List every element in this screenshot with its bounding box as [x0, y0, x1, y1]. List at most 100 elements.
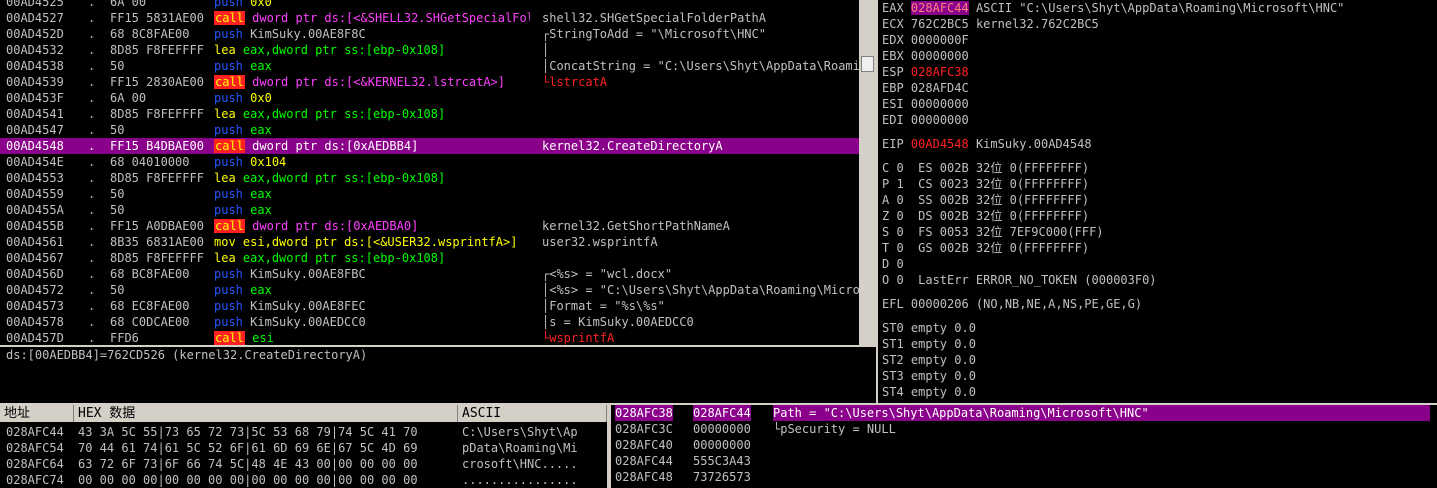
register-name: ECX — [882, 17, 904, 31]
flag-row[interactable]: D 0 — [882, 256, 904, 272]
register-value[interactable]: 028AFC38 — [911, 65, 969, 79]
register-name: ESP — [882, 65, 904, 79]
disassembly-pane[interactable]: 00AD4525. 6A 00 push 0x0 00AD4527. FF15 5831… — [0, 0, 859, 345]
disasm-address: 00AD4573 — [6, 299, 64, 313]
flag-row[interactable]: C 0 ES 002B 32位 0(FFFFFFFF) — [882, 160, 1089, 176]
disasm-marker: . — [88, 75, 96, 89]
fpu-register-row[interactable]: ST2 empty 0.0 — [882, 352, 976, 368]
disasm-row[interactable]: 00AD455B. FF15 A0DBAE00 call dword ptr ds:… — [0, 218, 859, 234]
dump-header-ascii[interactable]: ASCII — [458, 405, 607, 422]
disasm-marker: . — [88, 267, 96, 281]
register-eax[interactable]: EAX 028AFC44 ASCII "C:\Users\Shyt\AppDat… — [882, 0, 1344, 16]
flag-text: O 0 LastErr ERROR_NO_TOKEN (000003F0) — [882, 273, 1157, 287]
disasm-row[interactable]: 00AD4561. 8B35 6831AE00 mov esi,dword ptr … — [0, 234, 859, 250]
flag-row[interactable]: T 0 GS 002B 32位 0(FFFFFFFF) — [882, 240, 1089, 256]
efl-row[interactable]: EFL 00000206 (NO,NB,NE,A,NS,PE,GE,G) — [882, 296, 1142, 312]
disasm-mnemonic: push — [214, 59, 243, 73]
register-value[interactable]: 00000000 — [911, 113, 969, 127]
disasm-address: 00AD455B — [6, 219, 64, 233]
disasm-comment: └wsprintfA — [542, 331, 615, 345]
disasm-row[interactable]: 00AD4547. 50 push eax — [0, 122, 859, 138]
register-value[interactable]: 028AFC44 — [910, 1, 969, 15]
register-value[interactable]: 762C2BC5 — [911, 17, 969, 31]
disasm-hex: 68 EC8FAE00 — [110, 299, 190, 313]
disasm-address: 00AD452D — [6, 27, 64, 41]
disasm-operand: eax — [250, 187, 272, 201]
disasm-comment: kernel32.CreateDirectoryA — [542, 139, 723, 153]
disasm-operand: eax,dword ptr ss:[ebp-0x108] — [242, 251, 446, 265]
fpu-register-row[interactable]: ST1 empty 0.0 — [882, 336, 976, 352]
stack-pane[interactable]: 028AFC38 028AFC44 Path = "C:\Users\Shyt\Ap… — [611, 405, 1437, 488]
dump-header-hex[interactable]: HEX 数据 — [74, 405, 458, 422]
disasm-row[interactable]: 00AD4539. FF15 2830AE00 call dword ptr ds:… — [0, 74, 859, 90]
disasm-address: 00AD4567 — [6, 251, 64, 265]
disasm-row[interactable]: 00AD452D. 68 8C8FAE00 push KimSuky.00AE8F8… — [0, 26, 859, 42]
disasm-hex: 8B35 6831AE00 — [110, 235, 204, 249]
fpu-register-row[interactable]: ST4 empty 0.0 — [882, 384, 976, 400]
disasm-hex: 50 — [110, 187, 125, 201]
disasm-row[interactable]: 00AD455A. 50 push eax — [0, 202, 859, 218]
register-value[interactable]: 00000000 — [911, 97, 969, 111]
register-value[interactable]: 00AD4548 — [911, 137, 969, 151]
disasm-row[interactable]: 00AD4525. 6A 00 push 0x0 — [0, 0, 859, 10]
disasm-row[interactable]: 00AD453F. 6A 00 push 0x0 — [0, 90, 859, 106]
disasm-row[interactable]: 00AD456D. 68 BC8FAE00 push KimSuky.00AE8FB… — [0, 266, 859, 282]
register-ebp[interactable]: EBP 028AFD4C — [882, 80, 969, 96]
disasm-instruction: lea eax,dword ptr ss:[ebp-0x108] — [214, 106, 530, 122]
disasm-row[interactable]: 00AD457D. FFD6 call esi └wsprintfA — [0, 330, 859, 345]
stack-row[interactable]: 028AFC48 73726573 — [611, 469, 1437, 485]
memory-dump-pane[interactable]: 地址 HEX 数据 ASCII 028AFC44 43 3A 5C 55|73 6… — [0, 405, 607, 488]
disasm-row[interactable]: 00AD4567. 8D85 F8FEFFFF lea eax,dword ptr … — [0, 250, 859, 266]
register-esi[interactable]: ESI 00000000 — [882, 96, 969, 112]
disasm-row[interactable]: 00AD4527. FF15 5831AE00 call dword ptr ds:… — [0, 10, 859, 26]
register-esp[interactable]: ESP 028AFC38 — [882, 64, 969, 80]
flag-row[interactable]: A 0 SS 002B 32位 0(FFFFFFFF) — [882, 192, 1089, 208]
stack-row[interactable]: 028AFC3C 00000000 └pSecurity = NULL — [611, 421, 1437, 437]
disasm-row[interactable]: 00AD4553. 8D85 F8FEFFFF lea eax,dword ptr … — [0, 170, 859, 186]
disasm-mnemonic: push — [214, 203, 243, 217]
disasm-marker: . — [88, 283, 96, 297]
disasm-mnemonic: call — [214, 11, 245, 25]
flag-row[interactable]: O 0 LastErr ERROR_NO_TOKEN (000003F0) — [882, 272, 1157, 288]
stack-row[interactable]: 028AFC40 00000000 — [611, 437, 1437, 453]
flag-text: S 0 FS 0053 32位 7EF9C000(FFF) — [882, 225, 1104, 239]
disasm-marker: . — [88, 139, 96, 153]
registers-pane[interactable]: EAX 028AFC44 ASCII "C:\Users\Shyt\AppDat… — [878, 0, 1437, 403]
fpu-register-row[interactable]: ST3 empty 0.0 — [882, 368, 976, 384]
stack-row[interactable]: 028AFC44 555C3A43 — [611, 453, 1437, 469]
register-eip[interactable]: EIP 00AD4548 KimSuky.00AD4548 — [882, 136, 1092, 152]
disasm-row[interactable]: 00AD4532. 8D85 F8FEFFFF lea eax,dword ptr … — [0, 42, 859, 58]
disasm-address: 00AD455A — [6, 203, 64, 217]
disasm-row[interactable]: 00AD4538. 50 push eax │ConcatString = "C:\U… — [0, 58, 859, 74]
disasm-instruction: call dword ptr ds:[0xAEDBA0] — [214, 218, 530, 234]
flag-text: C 0 ES 002B 32位 0(FFFFFFFF) — [882, 161, 1090, 175]
flag-row[interactable]: S 0 FS 0053 32位 7EF9C000(FFF) — [882, 224, 1104, 240]
disasm-row[interactable]: 00AD4572. 50 push eax │<%s> = "C:\Users\Shy… — [0, 282, 859, 298]
register-value[interactable]: 028AFD4C — [911, 81, 969, 95]
disasm-hex: 8D85 F8FEFFFF — [110, 107, 204, 121]
register-ebx[interactable]: EBX 00000000 — [882, 48, 969, 64]
disasm-row[interactable]: 00AD4548. FF15 B4DBAE00 call dword ptr ds:… — [0, 138, 859, 154]
register-value[interactable]: 00000000 — [911, 49, 969, 63]
disasm-operand: 0x0 — [250, 0, 272, 9]
stack-value: 73726573 — [693, 470, 751, 484]
register-value[interactable]: 0000000F — [911, 33, 969, 47]
disassembly-scrollbar-thumb[interactable] — [861, 56, 874, 72]
register-edx[interactable]: EDX 0000000F — [882, 32, 969, 48]
disasm-marker: . — [88, 187, 96, 201]
disasm-row[interactable]: 00AD4541. 8D85 F8FEFFFF lea eax,dword ptr … — [0, 106, 859, 122]
flag-row[interactable]: Z 0 DS 002B 32位 0(FFFFFFFF) — [882, 208, 1089, 224]
disasm-marker: . — [88, 219, 96, 233]
disasm-row[interactable]: 00AD4559. 50 push eax — [0, 186, 859, 202]
stack-row[interactable]: 028AFC38 028AFC44 Path = "C:\Users\Shyt\Ap… — [611, 405, 1437, 421]
disasm-marker: . — [88, 331, 96, 345]
fpu-register-row[interactable]: ST0 empty 0.0 — [882, 320, 976, 336]
dump-header-address[interactable]: 地址 — [0, 405, 74, 422]
disasm-row[interactable]: 00AD454E. 68 04010000 push 0x104 — [0, 154, 859, 170]
register-ecx[interactable]: ECX 762C2BC5 kernel32.762C2BC5 — [882, 16, 1099, 32]
disassembly-scrollbar[interactable] — [859, 0, 876, 345]
register-edi[interactable]: EDI 00000000 — [882, 112, 969, 128]
disasm-row[interactable]: 00AD4578. 68 C0DCAE00 push KimSuky.00AEDCC… — [0, 314, 859, 330]
flag-row[interactable]: P 1 CS 0023 32位 0(FFFFFFFF) — [882, 176, 1089, 192]
disasm-row[interactable]: 00AD4573. 68 EC8FAE00 push KimSuky.00AE8FE… — [0, 298, 859, 314]
